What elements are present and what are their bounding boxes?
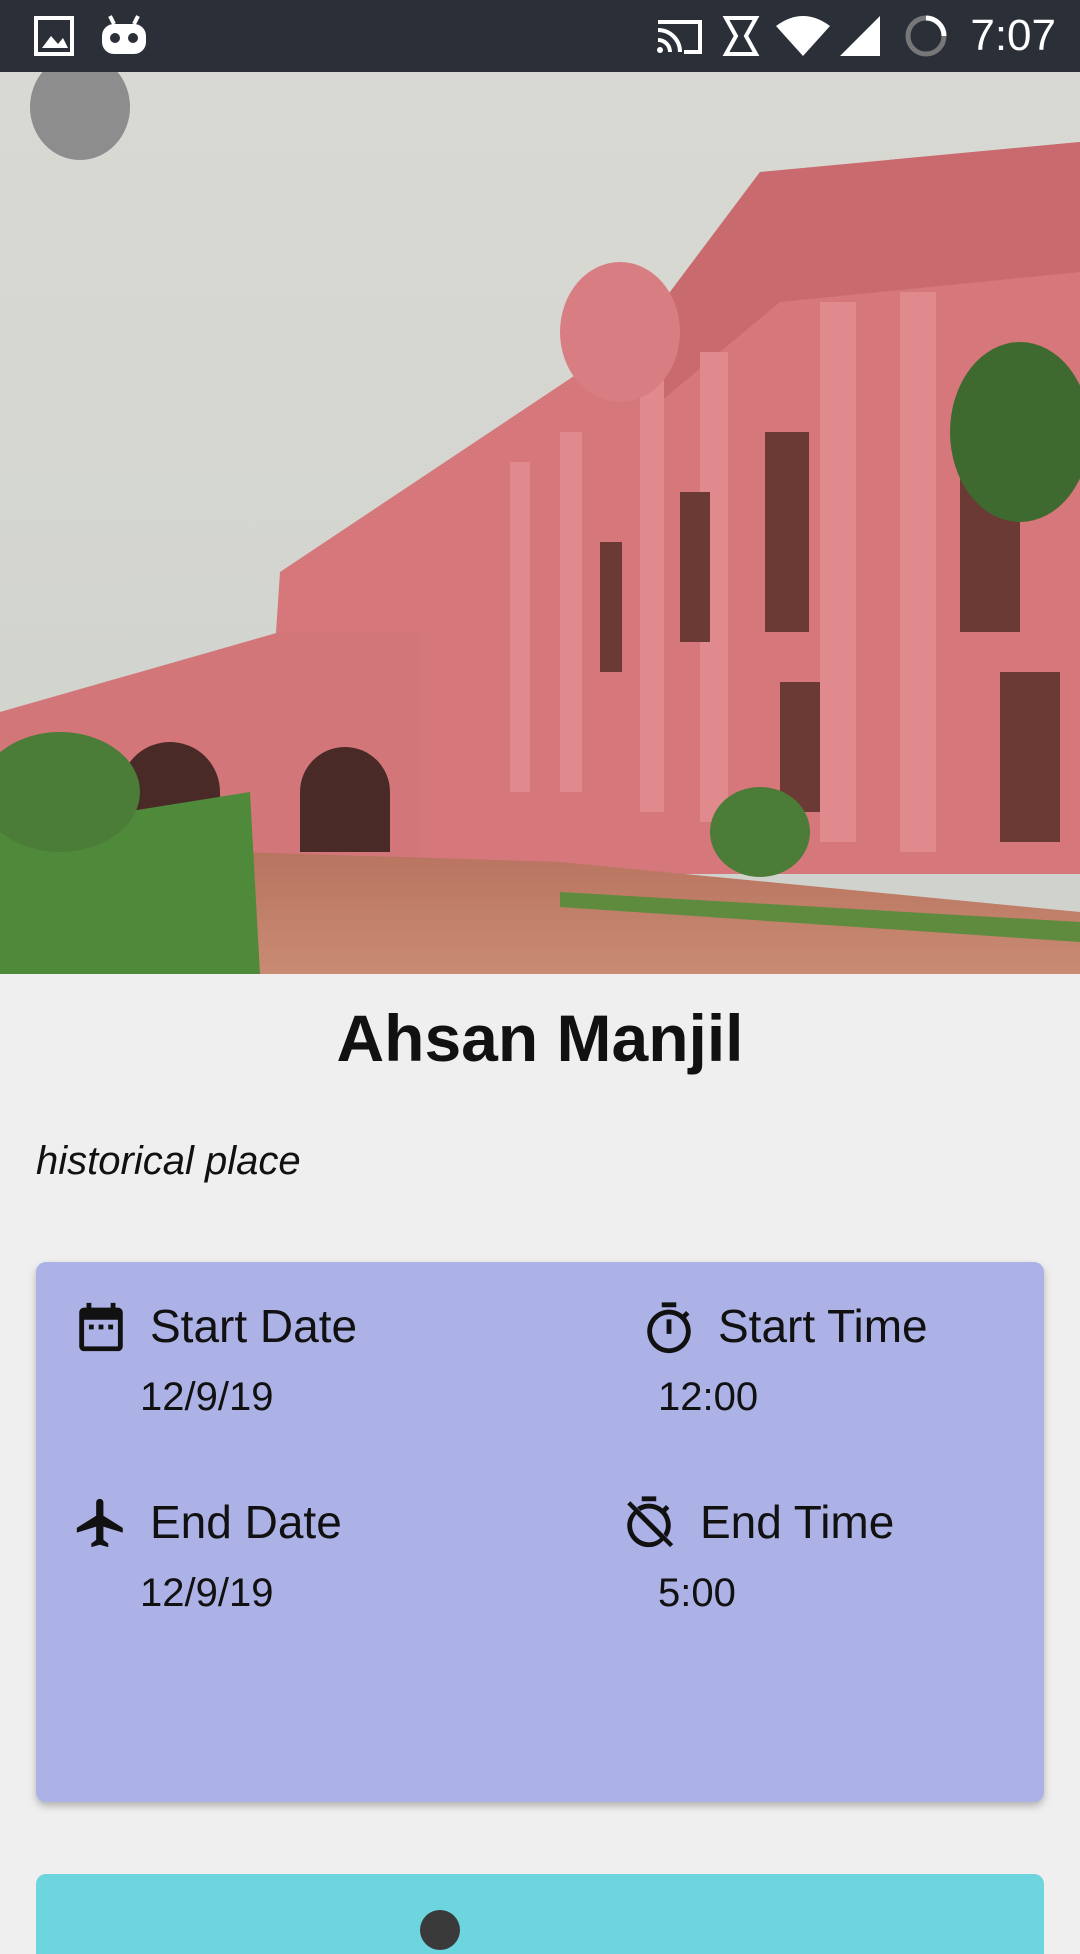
calendar-icon <box>79 1302 123 1352</box>
signal-icon <box>840 16 880 56</box>
clock: 7:07 <box>970 11 1056 60</box>
wifi-icon <box>776 16 830 56</box>
place-photo <box>0 72 1080 974</box>
cast-icon <box>657 20 702 54</box>
gallery-icon <box>34 16 74 56</box>
end-time-value[interactable]: 5:00 <box>658 1568 736 1618</box>
end-date-value[interactable]: 12/9/19 <box>140 1568 273 1618</box>
next-card[interactable] <box>36 1874 1044 1954</box>
start-time-label: Start Time <box>718 1300 928 1352</box>
timer-off-icon <box>627 1496 674 1548</box>
start-date-label: Start Date <box>150 1300 358 1352</box>
end-time-label: End Time <box>700 1496 895 1548</box>
loading-icon <box>905 15 947 57</box>
next-card-icon <box>420 1910 460 1950</box>
end-date-label: End Date <box>150 1496 342 1548</box>
airplane-icon <box>76 1498 123 1548</box>
stopwatch-icon <box>647 1302 691 1354</box>
status-bar: 7:07 <box>0 0 1080 72</box>
start-date-value[interactable]: 12/9/19 <box>140 1372 273 1422</box>
android-icon <box>102 15 146 54</box>
sync-icon <box>722 16 760 56</box>
place-title: Ahsan Manjil <box>336 1001 744 1075</box>
start-time-value[interactable]: 12:00 <box>658 1372 758 1422</box>
place-category: historical place <box>36 1139 301 1183</box>
schedule-card: Start Date 12/9/19 Start Time 12:00 End … <box>36 1262 1044 1802</box>
